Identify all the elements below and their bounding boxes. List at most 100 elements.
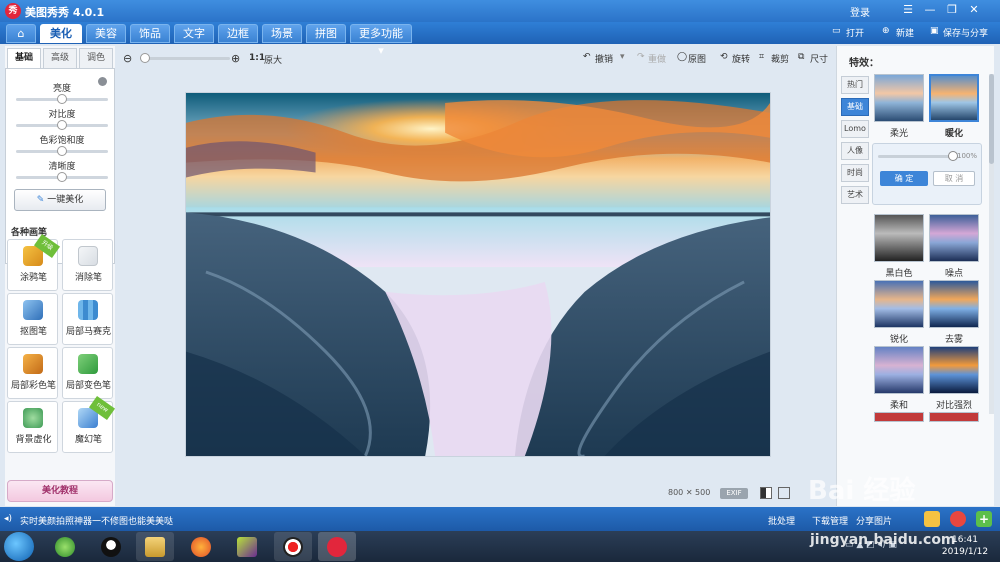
tab-text[interactable]: 文字 [174, 24, 214, 43]
slider-knob[interactable] [57, 146, 67, 156]
tab-beautify[interactable]: 美化 [40, 24, 82, 43]
rotate-button[interactable]: 旋转 [732, 52, 750, 65]
tab-collage[interactable]: 拼图 [306, 24, 346, 43]
effect-thumb-softlight[interactable] [874, 74, 924, 122]
effect-thumb-partial[interactable] [874, 412, 924, 422]
taskbar-app-qq[interactable] [92, 532, 130, 561]
slider-knob[interactable] [57, 94, 67, 104]
tab-accessories[interactable]: 饰品 [130, 24, 170, 43]
minimize-button[interactable]: — [922, 2, 938, 18]
subtab-basic[interactable]: 基础 [7, 48, 41, 68]
effects-panel: 特效： 热门 基础 Lomo 人像 时尚 艺术 柔光 暖化 100% 确 定 取… [836, 46, 994, 506]
effect-thumb-high-contrast[interactable] [929, 346, 979, 394]
one-click-beautify-button[interactable]: ✎ 一键美化 [14, 189, 106, 211]
effect-thumb-bw[interactable] [874, 214, 924, 262]
taskbar-app-video[interactable] [228, 532, 266, 561]
save-share-button[interactable]: 保存与分享 [943, 26, 988, 39]
zoom-out-icon[interactable]: ⊖ [123, 52, 132, 65]
effect-thumb-warm[interactable] [929, 74, 979, 122]
taskbar-app-explorer[interactable] [136, 532, 174, 561]
tool-color-pen[interactable]: 局部彩色笔 [7, 347, 58, 399]
watermark-url: jingyan.baidu.com [810, 532, 956, 548]
contrast-label: 对比度 [48, 110, 76, 120]
redo-button[interactable]: 重做 [648, 52, 666, 65]
one-click-label: 一键美化 [47, 195, 84, 205]
batch-process-button[interactable]: 批处理 [768, 514, 795, 527]
close-button[interactable]: ✕ [966, 2, 982, 18]
contrast-slider[interactable] [16, 120, 108, 130]
restore-button[interactable]: ❐ [944, 2, 960, 18]
tool-label: 抠图笔 [19, 327, 47, 337]
tab-beauty[interactable]: 美容 [86, 24, 126, 43]
paint-bucket-icon [78, 354, 98, 374]
category-art[interactable]: 艺术 [841, 186, 869, 204]
rotate-icon: ⟲ [720, 52, 728, 62]
tool-eraser[interactable]: 消除笔 [62, 239, 113, 291]
category-portrait[interactable]: 人像 [841, 142, 869, 160]
chevron-down-icon[interactable]: ▾ [620, 52, 625, 62]
resize-button[interactable]: 尺寸 [810, 52, 828, 65]
confirm-button[interactable]: 确 定 [880, 171, 928, 186]
open-button[interactable]: 打开 [846, 26, 864, 39]
effect-thumb-partial[interactable] [929, 412, 979, 422]
subtab-color[interactable]: 调色 [79, 48, 113, 68]
tool-recolor-pen[interactable]: 局部变色笔 [62, 347, 113, 399]
one-to-one-button[interactable]: 1:1 [249, 53, 265, 63]
effect-thumb-noise[interactable] [929, 214, 979, 262]
tutorial-button[interactable]: 美化教程 [7, 480, 113, 502]
crop-button[interactable]: 裁剪 [771, 52, 789, 65]
category-basic[interactable]: 基础 [841, 98, 869, 116]
tab-frame[interactable]: 边框 [218, 24, 258, 43]
video-player-icon [237, 537, 257, 557]
tool-mosaic[interactable]: 局部马赛克 [62, 293, 113, 345]
tool-doodle-pen[interactable]: 升级 涂鸦笔 [7, 233, 61, 291]
new-button[interactable]: 新建 [896, 26, 914, 39]
category-hot[interactable]: 热门 [841, 76, 869, 94]
tab-more[interactable]: 更多功能 ▾ [350, 24, 412, 57]
title-bar: 秀 美图秀秀 4.0.1 登录 ☰ — ❐ ✕ [0, 0, 1000, 22]
tool-background-blur[interactable]: 背景虚化 [7, 401, 58, 453]
speaker-icon: ◂) [4, 514, 13, 524]
brightness-slider[interactable] [16, 94, 108, 104]
exif-button[interactable]: EXIF [720, 488, 748, 499]
effect-thumb-sharpen[interactable] [874, 280, 924, 328]
taskbar-app-firefox[interactable] [182, 532, 220, 561]
edited-photo[interactable] [185, 92, 771, 457]
login-link[interactable]: 登录 [850, 4, 870, 19]
taskbar-app-meitu[interactable] [318, 532, 356, 561]
taskbar-app-360[interactable] [46, 532, 84, 561]
effect-thumb-dehaze[interactable] [929, 280, 979, 328]
zoom-in-icon[interactable]: ⊕ [231, 52, 240, 65]
intensity-slider[interactable] [878, 151, 958, 161]
tab-home[interactable]: ⌂ [6, 24, 36, 43]
taskbar-app-recorder[interactable] [274, 532, 312, 561]
original-icon: ◯ [677, 52, 688, 62]
paint-brush-icon [23, 354, 43, 374]
slider-knob[interactable] [139, 53, 150, 63]
promo-message[interactable]: 实时美颜拍照神器一不修图也能美美哒 [20, 514, 173, 527]
subtab-advanced[interactable]: 高级 [43, 48, 77, 68]
effect-label: 去雾 [944, 335, 963, 345]
zoom-slider[interactable] [139, 53, 230, 63]
start-button[interactable] [4, 532, 34, 561]
effect-thumb-soft[interactable] [874, 346, 924, 394]
slider-knob[interactable] [57, 120, 67, 130]
category-lomo[interactable]: Lomo [841, 120, 869, 138]
app-title: 美图秀秀 4.0.1 [25, 6, 105, 19]
cancel-button[interactable]: 取 消 [933, 171, 975, 186]
tool-magic-pen[interactable]: new 魔幻笔 [62, 395, 116, 453]
compare-icon[interactable] [760, 487, 772, 499]
scrollbar-thumb[interactable] [989, 74, 994, 164]
slider-knob[interactable] [57, 172, 67, 182]
saturation-slider[interactable] [16, 146, 108, 156]
original-size-button[interactable]: 原大 [264, 53, 282, 66]
undo-button[interactable]: 撤销 [595, 52, 613, 65]
category-fashion[interactable]: 时尚 [841, 164, 869, 182]
tab-scene[interactable]: 场景 [262, 24, 302, 43]
effects-scrollbar[interactable] [989, 74, 994, 414]
original-button[interactable]: 原图 [688, 52, 706, 65]
menu-icon[interactable]: ☰ [900, 2, 916, 18]
fit-icon[interactable] [778, 487, 790, 499]
tool-cutout-pen[interactable]: 抠图笔 [7, 293, 58, 345]
sharpness-slider[interactable] [16, 172, 108, 182]
